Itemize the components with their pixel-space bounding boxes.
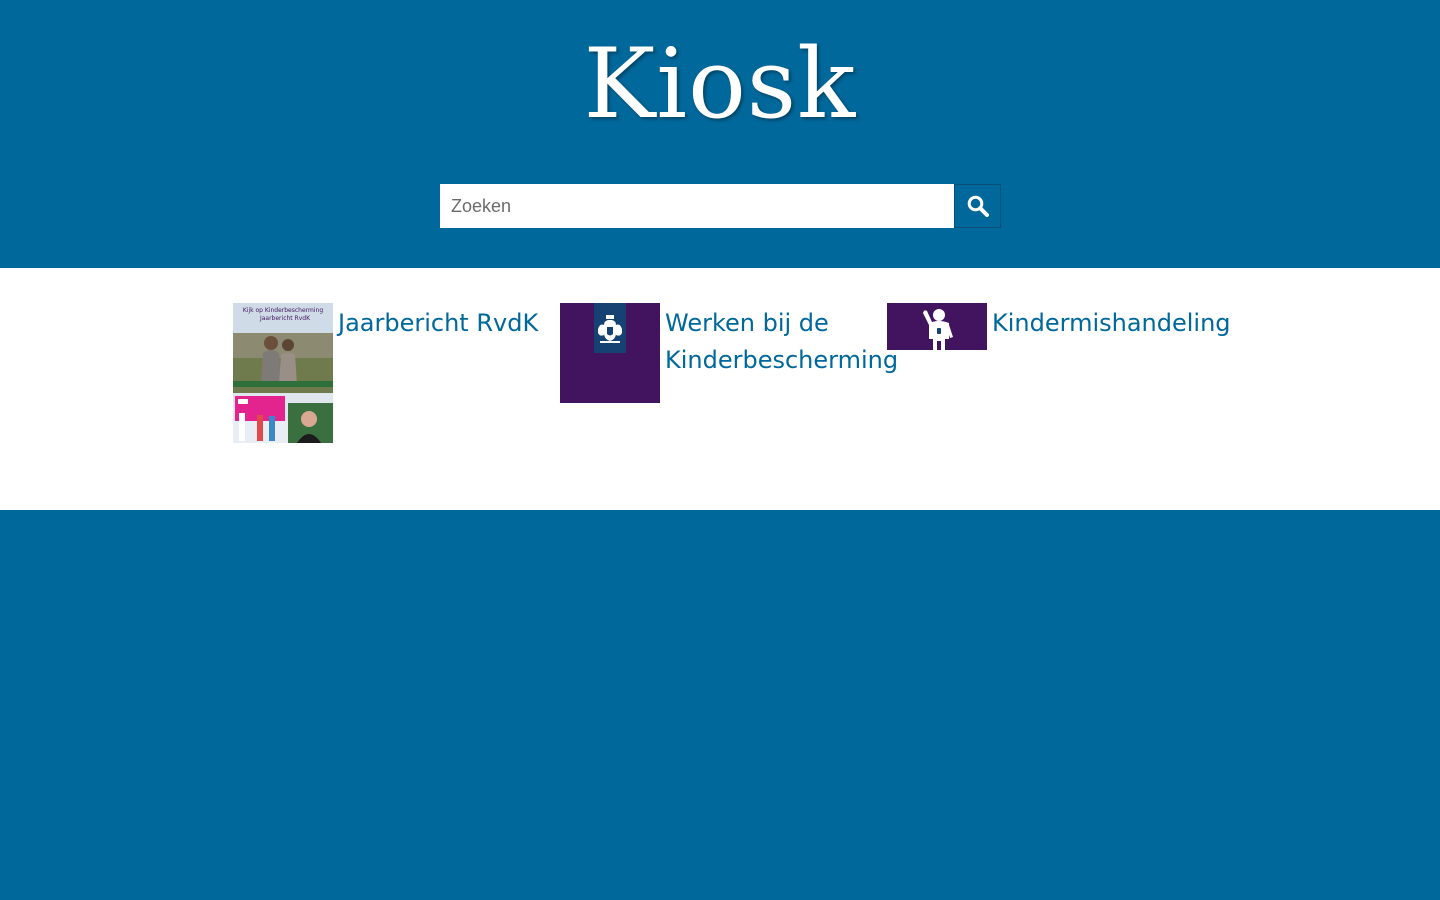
tile-label-jaarbericht[interactable]: Jaarbericht RvdK	[338, 305, 538, 342]
page-footer-area	[0, 510, 1440, 900]
annual-report-thumbnail: Kijk op Kinderbescherming Jaarbericht Rv…	[233, 303, 333, 443]
tile-label-line-2[interactable]: Kinderbescherming	[665, 346, 898, 374]
search-form	[440, 184, 1001, 228]
search-icon	[967, 195, 989, 217]
child-figure-thumbnail	[887, 303, 987, 350]
thumbnail-text-2: Jaarbericht RvdK	[259, 315, 311, 322]
tile-label-werken-bij[interactable]: Werken bij de Kinderbescherming	[665, 305, 898, 379]
rijksoverheid-logo-thumbnail	[560, 303, 660, 403]
tile-list: Kijk op Kinderbescherming Jaarbericht Rv…	[0, 268, 1440, 510]
search-input[interactable]	[440, 184, 954, 228]
tile-kindermishandeling[interactable]: Kindermishandeling	[887, 303, 1231, 350]
thumbnail-text-1: Kijk op Kinderbescherming	[243, 307, 324, 314]
search-button[interactable]	[954, 184, 1001, 228]
tile-label-line-1[interactable]: Werken bij de	[665, 309, 829, 337]
site-header: Kiosk	[0, 0, 1440, 268]
tile-werken-bij[interactable]: Werken bij de Kinderbescherming	[560, 303, 898, 403]
tile-label-kindermishandeling[interactable]: Kindermishandeling	[992, 305, 1231, 342]
site-logo[interactable]: Kiosk	[0, 24, 1440, 144]
tile-jaarbericht-rvdk[interactable]: Kijk op Kinderbescherming Jaarbericht Rv…	[233, 303, 538, 443]
